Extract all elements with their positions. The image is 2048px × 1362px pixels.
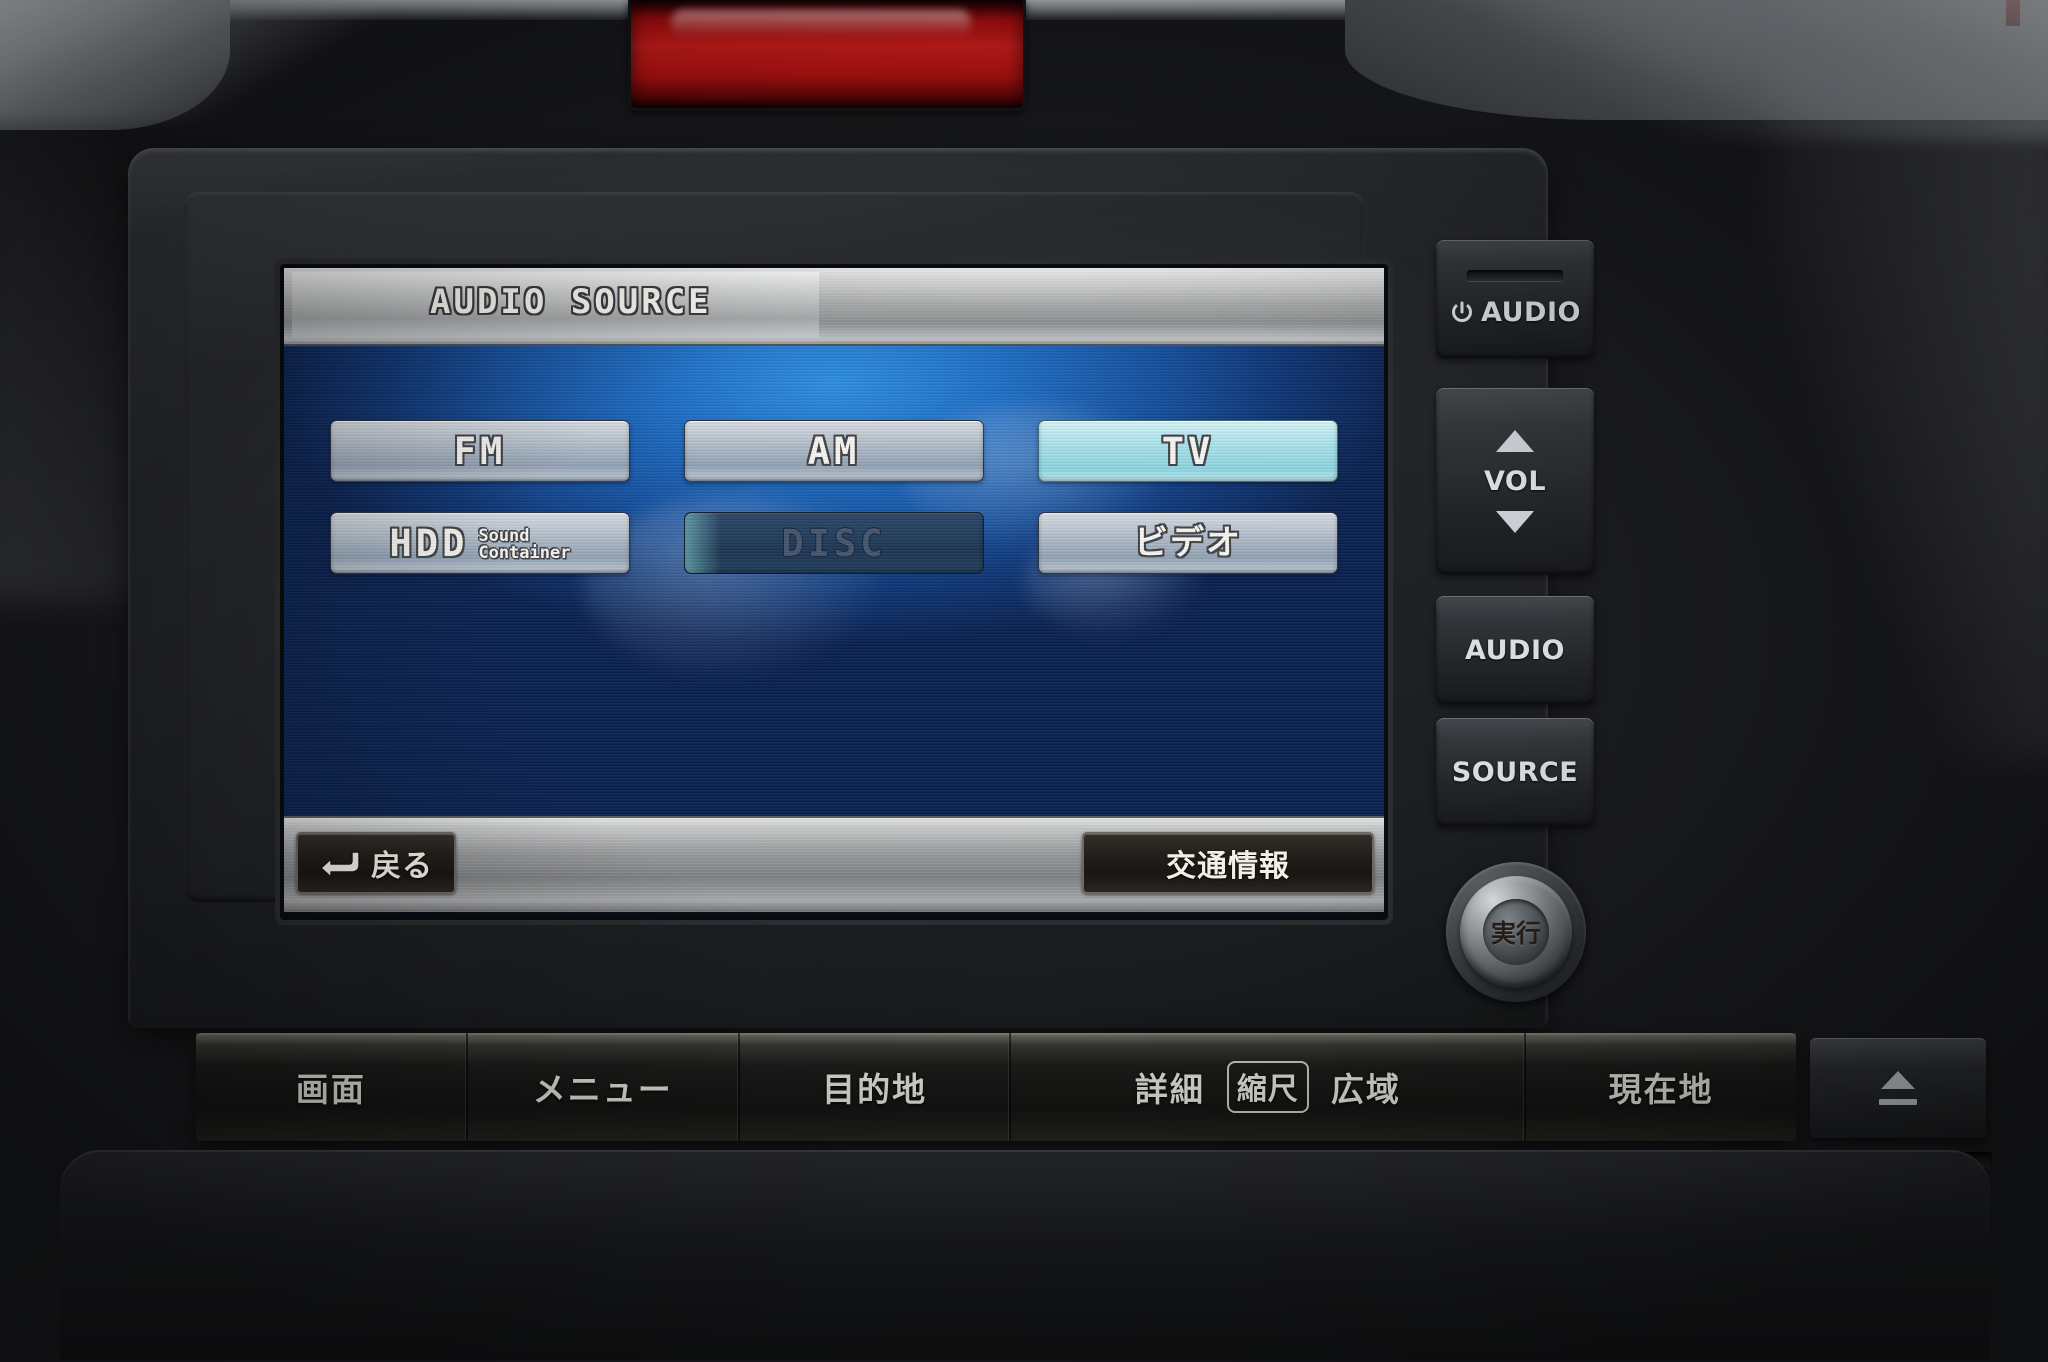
menu-button-label: メニュー [532,1070,673,1109]
head-unit-housing: AUDIO SOURCE FM AM TV HDD Sound Containe… [128,148,1594,1028]
hdd-sound-container-sublabel: Sound Container [478,528,571,563]
destination-button[interactable]: 目的地 [739,1033,1012,1141]
tv-source-button[interactable]: TV [1038,420,1338,482]
car-dashboard-scene: AUDIO SOURCE FM AM TV HDD Sound Containe… [0,0,2048,1362]
video-label: ビデオ [1134,523,1242,563]
am-label: AM [807,429,861,473]
destination-button-label: 目的地 [822,1070,928,1109]
volume-label: VOL [1483,465,1547,497]
am-source-button[interactable]: AM [684,420,984,482]
scale-button[interactable]: 縮尺 [1226,1061,1309,1113]
screen-title-bar: AUDIO SOURCE [284,268,1384,346]
eject-button[interactable] [1810,1038,1986,1138]
disc-label: DISC [781,521,887,565]
hdd-sub-line2: Container [478,542,571,563]
current-location-button-label: 現在地 [1608,1070,1714,1109]
current-location-button[interactable]: 現在地 [1526,1033,1796,1141]
back-button[interactable]: 戻る [296,832,456,894]
audio-source-panel: FM AM TV HDD Sound Container DISC ビデオ [284,346,1384,816]
volume-rocker[interactable]: VOL [1436,388,1594,574]
source-label: SOURCE [1451,756,1579,788]
hdd-label: HDD [389,521,469,565]
source-button[interactable]: SOURCE [1436,718,1594,826]
wide-area-button[interactable]: 広域 [1331,1063,1401,1111]
source-row-1: FM AM TV [330,420,1338,482]
knob-face: 実行 [1483,899,1549,965]
audio-label: AUDIO [1465,634,1565,666]
screen-bottom-bar: 戻る 交通情報 [284,816,1384,912]
fm-source-button[interactable]: FM [330,420,630,482]
screen-button-label: 画面 [295,1070,366,1109]
center-console-lower [60,1150,1990,1360]
return-arrow-icon [320,851,360,878]
map-scale-button-group: 詳細 縮尺 広域 [1011,1033,1527,1141]
rotary-knob-area: 実行 [1438,854,1594,1050]
source-row-2: HDD Sound Container DISC ビデオ [330,512,1338,574]
navigation-lcd-screen[interactable]: AUDIO SOURCE FM AM TV HDD Sound Containe… [280,264,1388,920]
knob-label: 実行 [1490,919,1541,948]
triangle-up-icon[interactable] [1496,429,1534,452]
triangle-down-icon[interactable] [1496,510,1534,533]
rotary-knob[interactable]: 実行 [1460,876,1572,988]
traffic-info-button[interactable]: 交通情報 [1082,832,1374,894]
button-slot [1467,270,1563,281]
screen-button[interactable]: 画面 [196,1033,468,1141]
fm-label: FM [453,429,507,473]
hdd-source-button[interactable]: HDD Sound Container [330,512,630,574]
hazard-led-strip [628,0,1026,111]
page-title: AUDIO SOURCE [430,282,712,322]
led-highlight [671,10,971,36]
back-label: 戻る [371,849,433,884]
power-icon [1452,301,1473,322]
menu-button[interactable]: メニュー [467,1033,740,1141]
traffic-label: 交通情報 [1166,849,1290,884]
side-glare-right [1768,60,2048,760]
video-source-button[interactable]: ビデオ [1038,512,1338,574]
power-audio-label: AUDIO [1481,297,1581,328]
source-button-grid: FM AM TV HDD Sound Container DISC ビデオ [284,346,1384,816]
disc-source-button[interactable]: DISC [684,512,984,574]
eject-icon-bar [1879,1099,1917,1105]
tv-label: TV [1161,429,1215,473]
lower-hardware-button-strip: 画面 メニュー 目的地 詳細 縮尺 広域 現在地 [196,1033,1796,1141]
audio-button[interactable]: AUDIO [1436,596,1594,704]
head-unit-bezel: AUDIO SOURCE FM AM TV HDD Sound Containe… [184,192,1594,1002]
power-audio-button[interactable]: AUDIO [1436,240,1594,358]
detail-button[interactable]: 詳細 [1135,1063,1205,1111]
side-control-panel: AUDIO VOL AUDIO SOURCE 実行 [1436,206,1594,1068]
eject-icon [1881,1071,1915,1089]
